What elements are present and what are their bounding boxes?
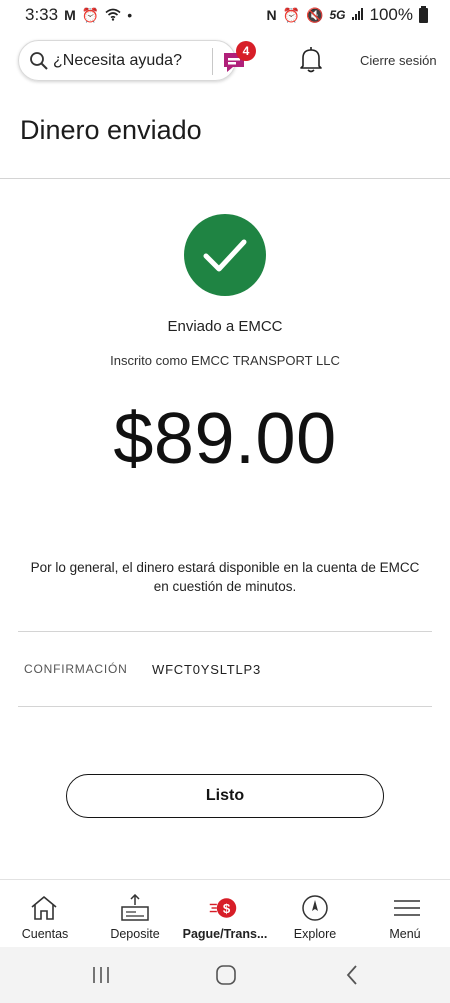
nav-label: Pague/Trans...: [182, 927, 268, 941]
availability-line: Por lo general, el dinero estará disponi…: [30, 560, 420, 575]
nav-label: Menú: [389, 927, 421, 941]
alarm-icon: ⏰: [282, 7, 301, 23]
enrolled-as-text: Inscrito como EMCC TRANSPORT LLC: [110, 353, 340, 368]
search-placeholder: ¿Necesita ayuda?: [53, 52, 182, 69]
home-button-icon[interactable]: [214, 963, 238, 987]
nav-label: Explore: [293, 927, 337, 941]
search-icon: [30, 52, 48, 70]
amount-sent: $89.00: [113, 399, 337, 479]
notification-dot-icon: •: [127, 7, 133, 23]
bell-icon[interactable]: [298, 46, 324, 74]
status-bar: 3:33 M ⏰ • N ⏰ 🔇 5G 100%: [0, 0, 450, 30]
battery-icon: [419, 5, 428, 23]
nav-label: Deposite: [110, 927, 160, 941]
success-check-icon: [184, 214, 266, 296]
deposit-icon: [121, 894, 149, 921]
menu-icon: [394, 900, 420, 916]
nav-label: Cuentas: [21, 927, 69, 941]
nav-item-accounts[interactable]: Cuentas: [0, 880, 90, 948]
page-title: Dinero enviado: [20, 115, 202, 145]
signal-icon: [351, 8, 364, 22]
compass-icon: [302, 895, 328, 921]
network-type: 5G: [329, 8, 346, 22]
battery-percent: 100%: [369, 5, 413, 24]
nav-item-explore[interactable]: Explore: [270, 880, 360, 948]
app-header: ¿Necesita ayuda? 4 Cierre sesión: [0, 40, 450, 82]
recipient-text: Enviado a EMCC: [167, 318, 283, 335]
back-icon[interactable]: [340, 963, 364, 987]
gmail-notification-icon: M: [64, 7, 76, 23]
availability-line: en cuestión de minutos.: [153, 579, 297, 594]
pay-transfer-icon: $: [209, 898, 237, 918]
chat-badge: 4: [236, 41, 256, 61]
wifi-icon: [105, 8, 121, 23]
divider: [18, 706, 432, 707]
nav-item-pay-transfer[interactable]: $ Pague/Trans...: [180, 880, 270, 948]
svg-text:$: $: [223, 901, 231, 916]
bottom-navigation: Cuentas Deposite $ Pague/Trans... Explor…: [0, 879, 450, 947]
availability-message: Por lo general, el dinero estará disponi…: [14, 558, 436, 596]
confirmation-label: CONFIRMACIÓN: [24, 662, 128, 676]
status-time: 3:33: [25, 5, 59, 24]
done-button[interactable]: Listo: [66, 774, 384, 818]
nav-item-deposit[interactable]: Deposite: [90, 880, 180, 948]
divider: [18, 631, 432, 632]
confirmation-code: WFCT0YSLTLP3: [152, 662, 262, 677]
recent-apps-icon[interactable]: [89, 963, 113, 987]
status-left: 3:33 M ⏰ •: [25, 5, 132, 25]
nfc-icon: N: [266, 7, 277, 23]
divider: [0, 178, 450, 179]
system-navigation-bar: [0, 947, 450, 1003]
sign-out-link[interactable]: Cierre sesión: [360, 53, 437, 68]
alarm-icon: ⏰: [81, 7, 100, 23]
status-right: N ⏰ 🔇 5G 100%: [266, 5, 428, 25]
home-icon: [31, 896, 57, 920]
mute-icon: 🔇: [306, 7, 324, 23]
help-search-bar[interactable]: ¿Necesita ayuda? 4: [18, 40, 256, 81]
nav-item-menu[interactable]: Menú: [360, 880, 450, 948]
divider: [212, 48, 213, 75]
